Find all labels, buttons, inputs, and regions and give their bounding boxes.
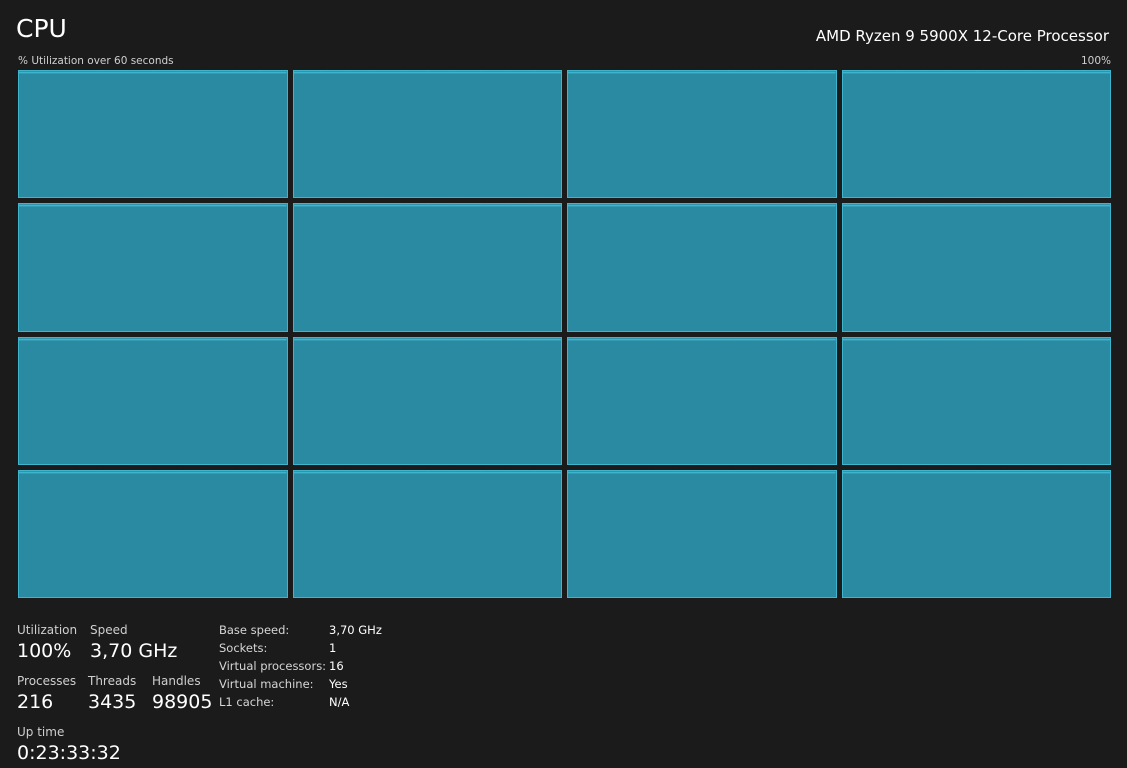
core-graph-15[interactable] [841,469,1111,598]
core-graph-svg [568,204,836,331]
detail-key: Virtual processors: [219,659,327,673]
graph-max-label: 100% [1080,55,1111,67]
core-graph-svg [842,204,1110,331]
utilization-area [842,72,1110,198]
speed-label: Speed [90,623,128,637]
utilization-area [568,72,836,198]
uptime-value: 0:23:33:32 [17,742,121,764]
cpu-performance-panel: CPU AMD Ryzen 9 5900X 12-Core Processor … [0,0,1127,768]
core-graph-svg [293,71,561,198]
utilization-area [842,205,1110,331]
utilization-area [568,205,836,331]
core-graph-13[interactable] [292,469,562,598]
threads-stat: Threads 3435 [88,674,136,713]
handles-label: Handles [152,674,201,688]
speed-value: 3,70 GHz [90,640,178,662]
utilization-area [293,205,561,331]
utilization-area [842,339,1110,464]
core-graph-svg [568,71,836,198]
core-graph-3[interactable] [841,70,1111,199]
core-graph-8[interactable] [18,336,288,465]
uptime-stat: Up time 0:23:33:32 [17,725,121,764]
core-graph-svg [568,470,836,597]
utilization-area [293,472,561,597]
core-graph-svg [293,470,561,597]
detail-value: 16 [329,659,344,673]
handles-value: 98905 [152,691,213,713]
core-graph-svg [568,337,836,464]
uptime-label: Up time [17,725,65,739]
utilization-label: Utilization [17,623,78,637]
utilization-value: 100% [17,640,72,662]
core-graph-5[interactable] [292,203,562,332]
core-graph-svg [19,470,287,597]
processes-stat: Processes 216 [17,674,76,713]
core-graph-11[interactable] [841,336,1111,465]
detail-value: 3,70 GHz [329,623,382,637]
core-graph-2[interactable] [567,70,837,199]
utilization-area [568,472,836,597]
utilization-area [293,72,561,198]
threads-value: 3435 [88,691,137,713]
core-graph-12[interactable] [18,469,288,598]
core-graph-9[interactable] [292,336,562,465]
core-graph-10[interactable] [567,336,837,465]
utilization-graph-label: % Utilization over 60 seconds [18,55,174,67]
core-graph-svg [293,204,561,331]
utilization-area [19,205,287,331]
core-graph-svg [19,71,287,198]
utilization-area [19,339,287,464]
utilization-area [842,472,1110,597]
handles-stat: Handles 98905 [152,674,212,713]
utilization-stat: Utilization 100% [17,623,77,662]
utilization-area [19,472,287,597]
core-graph-svg [842,71,1110,198]
core-graph-14[interactable] [567,469,837,598]
detail-key: Sockets: [219,641,268,655]
detail-key: L1 cache: [219,695,275,709]
utilization-area [568,339,836,464]
core-graph-0[interactable] [18,70,288,199]
detail-value: 1 [329,641,337,655]
detail-value: N/A [329,695,350,709]
core-graph-svg [293,337,561,464]
processor-name: AMD Ryzen 9 5900X 12-Core Processor [815,27,1109,45]
core-graph-svg [19,204,287,331]
detail-value: Yes [329,677,348,691]
detail-key: Base speed: [219,623,290,637]
core-graph-svg [842,470,1110,597]
utilization-area [19,72,287,198]
processes-value: 216 [17,691,54,713]
threads-label: Threads [88,674,137,688]
core-graph-6[interactable] [567,203,837,332]
detail-key: Virtual machine: [219,677,314,691]
core-graph-grid[interactable] [18,70,1111,598]
processes-label: Processes [17,674,77,688]
page-title: CPU [16,14,67,43]
utilization-area [293,339,561,464]
core-graph-7[interactable] [841,203,1111,332]
core-graph-1[interactable] [292,70,562,199]
speed-stat: Speed 3,70 GHz [90,623,177,662]
core-graph-svg [19,337,287,464]
core-graph-4[interactable] [18,203,288,332]
core-graph-svg [842,337,1110,464]
